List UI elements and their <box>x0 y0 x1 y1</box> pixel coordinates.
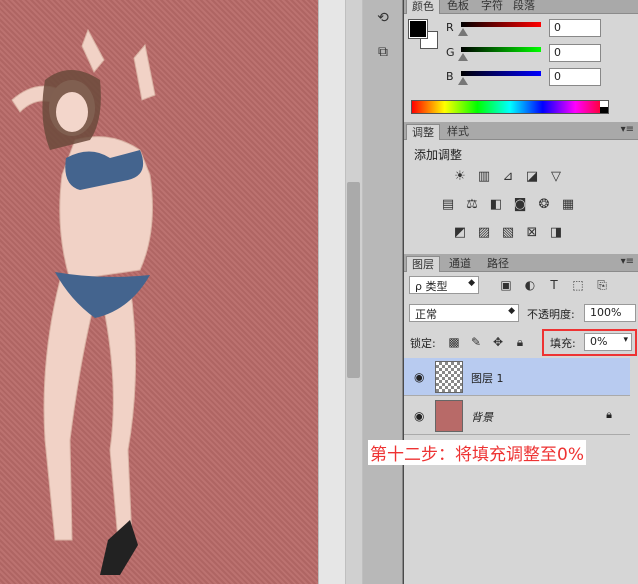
brightness-icon[interactable]: ☀ <box>451 168 469 186</box>
scrollbar-thumb[interactable] <box>347 182 360 378</box>
panel-toolstrip: ⟲ ⧉ <box>363 0 403 584</box>
adjustment-filter-icon[interactable]: ◐ <box>522 277 538 293</box>
lock-all-icon[interactable]: 🔒︎ <box>512 334 528 350</box>
layer-thumbnail <box>435 400 463 432</box>
panel-menu-icon[interactable]: ▾≡ <box>621 124 634 135</box>
add-adjustment-title: 添加调整 <box>414 148 463 162</box>
opacity-field[interactable]: 100% <box>584 304 636 322</box>
posterize-icon[interactable]: ▨ <box>475 224 493 242</box>
chevron-down-icon: ◆ <box>508 306 515 316</box>
history-icon[interactable]: ⟲ <box>371 6 395 30</box>
image-filter-icon[interactable]: ▣ <box>498 277 514 293</box>
opacity-value: 100% <box>590 306 622 319</box>
tab-channels[interactable]: 通道 <box>444 256 476 272</box>
selective-color-icon[interactable]: ⊠ <box>523 224 541 242</box>
layer-filter-label: ρ 类型 <box>415 280 448 293</box>
foreground-color-swatch[interactable] <box>408 19 428 39</box>
tab-styles[interactable]: 样式 <box>442 124 474 140</box>
layers-menu-icon[interactable]: ▾≡ <box>621 256 634 267</box>
channel-label-b: B <box>446 70 454 83</box>
green-value-field[interactable]: 0 <box>549 44 601 62</box>
hue-icon[interactable]: ▤ <box>439 196 457 214</box>
channel-mixer-icon[interactable]: ❂ <box>535 196 553 214</box>
green-slider[interactable] <box>461 47 541 52</box>
panel-column: 颜色 色板 字符 段落 R 0 G 0 B 0 调整 样式 ▾≡ 添加调整 ☀ … <box>404 0 638 584</box>
exposure-icon[interactable]: ◪ <box>523 168 541 186</box>
invert-icon[interactable]: ◩ <box>451 224 469 242</box>
red-slider[interactable] <box>461 22 541 27</box>
levels-icon[interactable]: ▥ <box>475 168 493 186</box>
color-balance-icon[interactable]: ⚖ <box>463 196 481 214</box>
green-slider-handle[interactable] <box>458 53 468 61</box>
blue-slider[interactable] <box>461 71 541 76</box>
lock-position-icon[interactable]: ✥ <box>490 334 506 350</box>
smart-object-filter-icon[interactable]: ⎘ <box>594 277 610 293</box>
tab-adjustments[interactable]: 调整 <box>406 124 440 140</box>
channel-label-r: R <box>446 21 454 34</box>
lock-transparent-icon[interactable]: ▩ <box>446 334 462 350</box>
photo-filter-icon[interactable]: ◙ <box>511 196 529 214</box>
fill-field[interactable]: 0% ▾ <box>584 333 632 351</box>
lock-label: 锁定: <box>410 337 436 350</box>
blend-mode-value: 正常 <box>415 308 437 321</box>
color-lookup-icon[interactable]: ▦ <box>559 196 577 214</box>
red-slider-handle[interactable] <box>458 28 468 36</box>
tab-color[interactable]: 颜色 <box>406 0 440 14</box>
document-canvas[interactable] <box>0 0 318 584</box>
curves-icon[interactable]: ⊿ <box>499 168 517 186</box>
threshold-icon[interactable]: ▧ <box>499 224 517 242</box>
layer-thumbnail <box>435 361 463 393</box>
layers-panel-tabbar: 图层 通道 路径 ▾≡ <box>404 254 638 272</box>
layer-row-background[interactable]: ◉ 背景 🔒︎ <box>404 397 630 435</box>
lock-icon: 🔒︎ <box>606 408 612 421</box>
tutorial-caption: 第十二步：将填充调整至0% <box>368 440 586 465</box>
shape-filter-icon[interactable]: ⬚ <box>570 277 586 293</box>
tab-character[interactable]: 字符 <box>476 0 508 14</box>
layer-name[interactable]: 图层 1 <box>471 370 504 386</box>
visibility-eye-icon[interactable]: ◉ <box>414 370 424 384</box>
layer-name[interactable]: 背景 <box>471 409 493 425</box>
vibrance-icon[interactable]: ▽ <box>547 168 565 186</box>
layer-filter-select[interactable]: ρ 类型 ◆ <box>409 276 479 294</box>
fill-value: 0% <box>590 335 608 348</box>
photo-figure <box>11 28 156 575</box>
chevron-down-icon: ▾ <box>623 335 628 345</box>
tab-swatches[interactable]: 色板 <box>442 0 474 14</box>
fill-label: 填充: <box>550 337 576 350</box>
opacity-label: 不透明度: <box>527 308 575 321</box>
color-panel-tabbar: 颜色 色板 字符 段落 <box>404 0 638 14</box>
blend-mode-select[interactable]: 正常 ◆ <box>409 304 519 322</box>
blue-value-field[interactable]: 0 <box>549 68 601 86</box>
channel-label-g: G <box>446 46 455 59</box>
tab-paths[interactable]: 路径 <box>482 256 514 272</box>
layer-row-layer1[interactable]: ◉ 图层 1 <box>404 358 630 396</box>
color-spectrum-bar[interactable] <box>411 100 609 114</box>
3d-icon[interactable]: ⧉ <box>371 40 395 64</box>
lock-image-icon[interactable]: ✎ <box>468 334 484 350</box>
visibility-eye-icon[interactable]: ◉ <box>414 409 424 423</box>
red-value-field[interactable]: 0 <box>549 19 601 37</box>
chevron-down-icon: ◆ <box>468 278 475 288</box>
gradient-map-icon[interactable]: ◨ <box>547 224 565 242</box>
adjustments-panel-tabbar: 调整 样式 ▾≡ <box>404 122 638 140</box>
blue-slider-handle[interactable] <box>458 77 468 85</box>
type-filter-icon[interactable]: T <box>546 277 562 293</box>
tab-paragraph[interactable]: 段落 <box>508 0 540 14</box>
bw-icon[interactable]: ◧ <box>487 196 505 214</box>
canvas-scroll-area <box>318 0 346 584</box>
tab-layers[interactable]: 图层 <box>406 256 440 272</box>
